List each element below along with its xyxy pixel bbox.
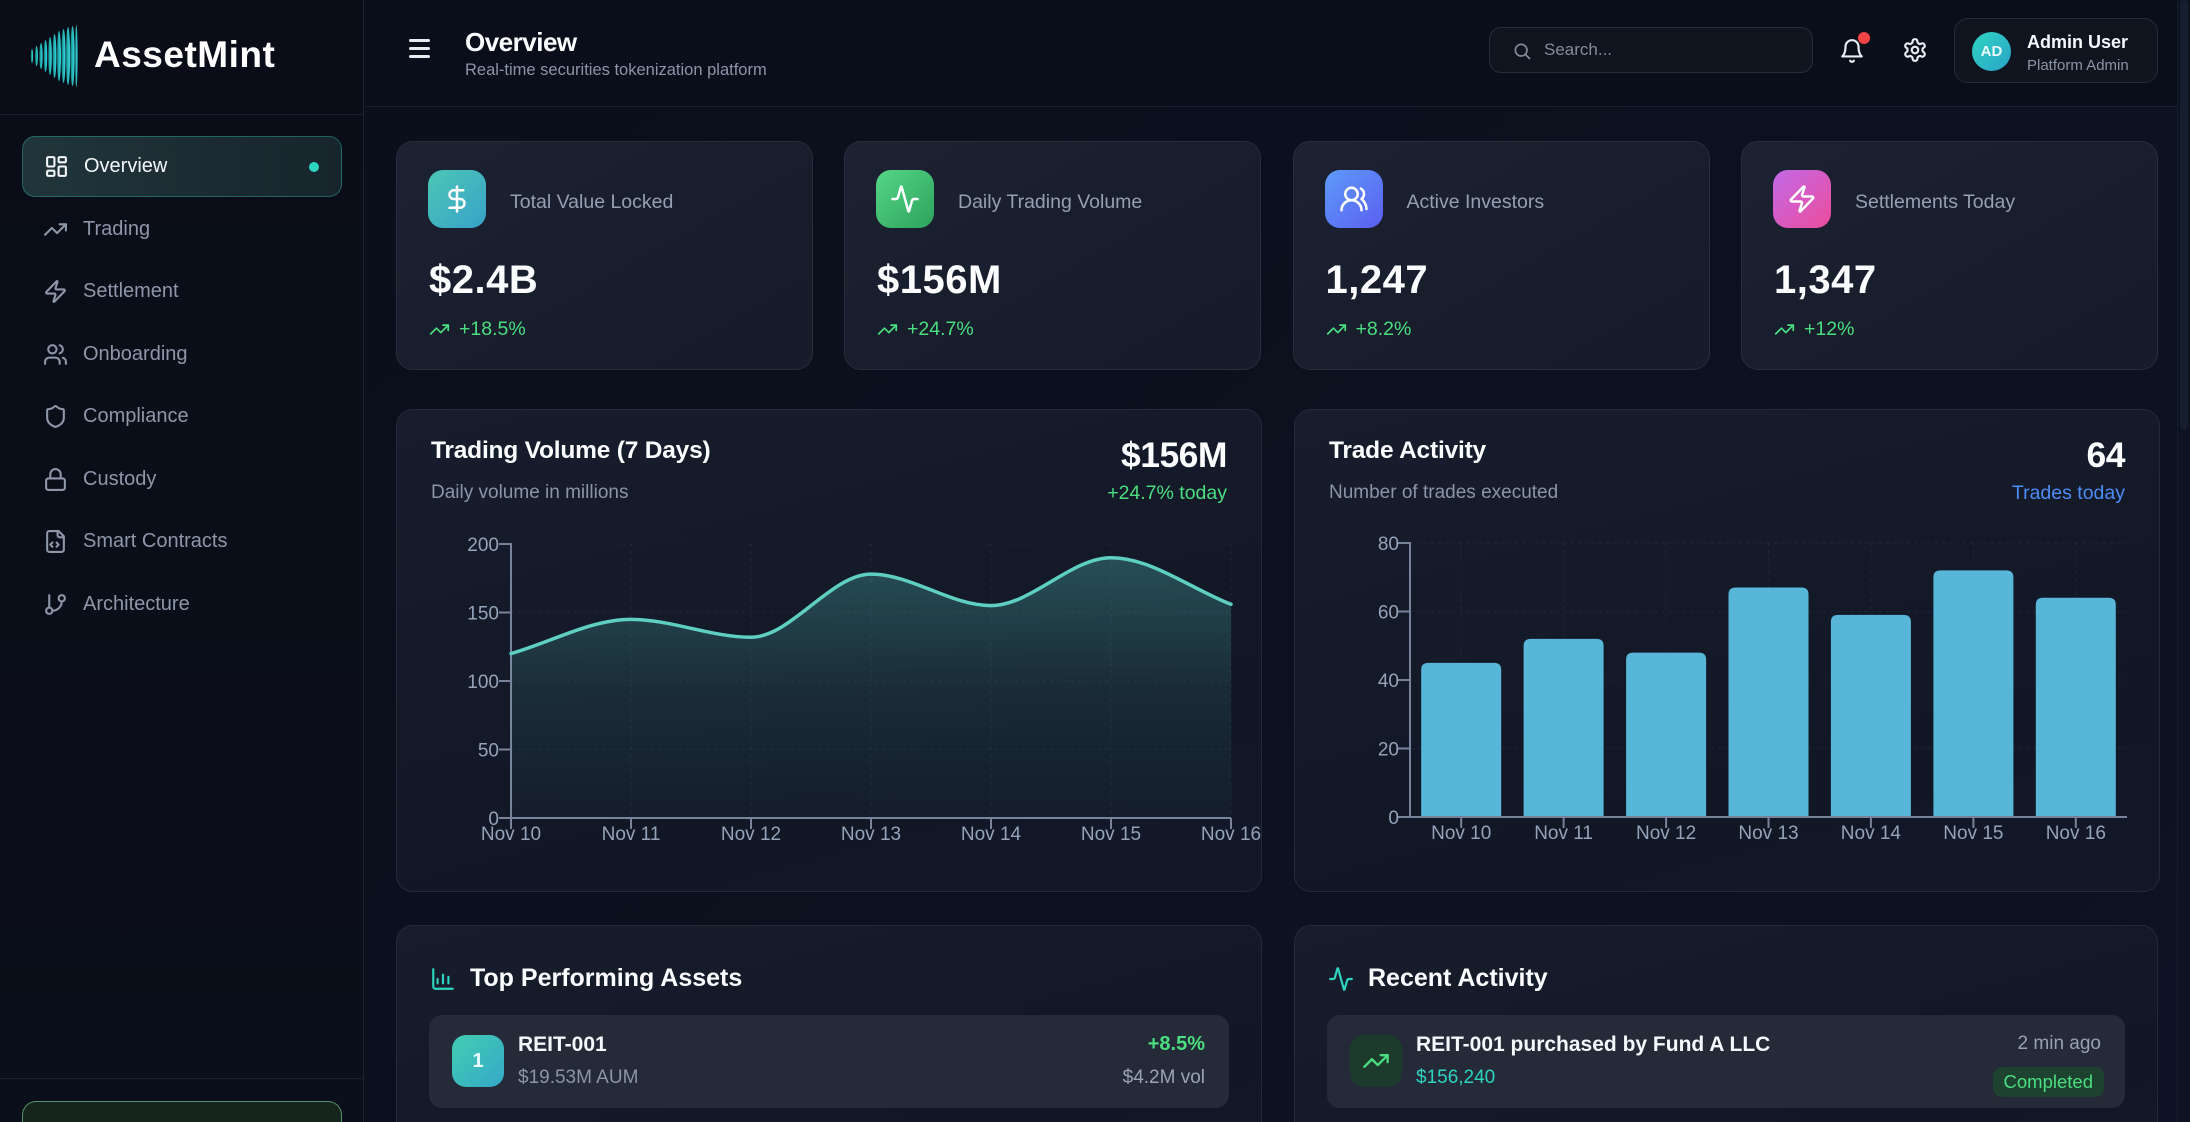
svg-text:60: 60: [1378, 603, 1399, 624]
svg-text:80: 80: [1378, 534, 1399, 555]
svg-text:Nov 11: Nov 11: [602, 824, 661, 845]
svg-text:Nov 14: Nov 14: [961, 824, 1022, 845]
svg-text:150: 150: [467, 604, 499, 625]
svg-text:0: 0: [1388, 808, 1399, 829]
svg-text:100: 100: [467, 672, 499, 693]
svg-text:Nov 15: Nov 15: [1943, 823, 2003, 844]
svg-text:Nov 12: Nov 12: [721, 824, 781, 845]
svg-text:20: 20: [1378, 740, 1399, 761]
svg-text:Nov 16: Nov 16: [1201, 824, 1261, 845]
svg-text:Nov 13: Nov 13: [1738, 823, 1798, 844]
svg-text:Nov 16: Nov 16: [2046, 823, 2106, 844]
svg-text:Nov 15: Nov 15: [1081, 824, 1141, 845]
svg-text:Nov 13: Nov 13: [841, 824, 901, 845]
svg-text:Nov 10: Nov 10: [1431, 823, 1491, 844]
svg-text:50: 50: [478, 741, 499, 762]
svg-text:200: 200: [467, 535, 499, 556]
svg-text:Nov 10: Nov 10: [481, 824, 541, 845]
svg-text:40: 40: [1378, 671, 1399, 692]
svg-text:Nov 12: Nov 12: [1636, 823, 1696, 844]
svg-text:Nov 11: Nov 11: [1534, 823, 1593, 844]
svg-text:Nov 14: Nov 14: [1841, 823, 1902, 844]
